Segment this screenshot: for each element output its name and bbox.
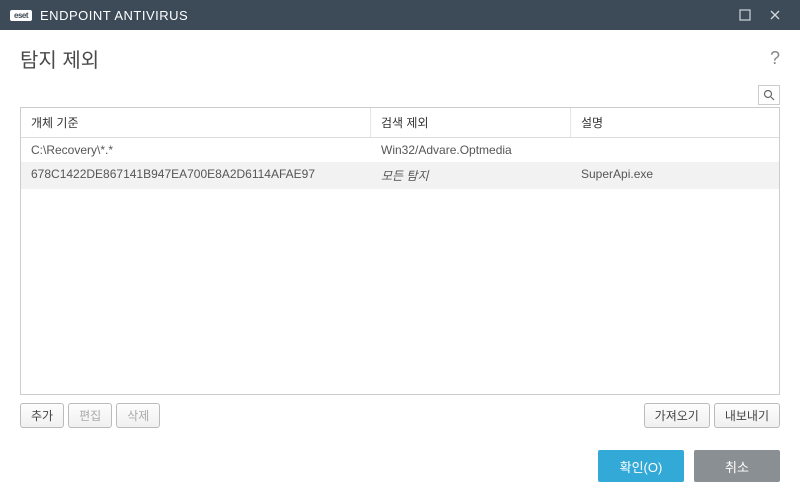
page-title: 탐지 제외 — [20, 44, 770, 73]
action-bar: 추가 편집 삭제 가져오기 내보내기 — [20, 395, 780, 436]
exclusions-table: 개체 기준 검색 제외 설명 C:\Recovery\*.* Win32/Adv… — [20, 107, 780, 395]
dialog-footer: 확인(O) 취소 — [0, 436, 800, 500]
edit-button[interactable]: 편집 — [68, 403, 112, 428]
product-name: ENDPOINT ANTIVIRUS — [40, 8, 188, 23]
help-button[interactable]: ? — [770, 48, 780, 69]
cell-object: 678C1422DE867141B947EA700E8A2D6114AFAE97 — [21, 162, 371, 189]
spacer — [164, 403, 639, 428]
table-row[interactable]: C:\Recovery\*.* Win32/Advare.Optmedia — [21, 138, 779, 162]
titlebar-logo: eset ENDPOINT ANTIVIRUS — [10, 8, 730, 23]
brand-badge: eset — [10, 10, 32, 21]
close-icon — [769, 9, 781, 21]
cancel-button[interactable]: 취소 — [694, 450, 780, 482]
table-header: 개체 기준 검색 제외 설명 — [21, 108, 779, 138]
cell-detection: 모든 탐지 — [371, 162, 571, 189]
brand-text: eset — [14, 11, 28, 20]
column-header-detection[interactable]: 검색 제외 — [371, 108, 571, 137]
column-header-description[interactable]: 설명 — [571, 108, 779, 137]
add-button[interactable]: 추가 — [20, 403, 64, 428]
column-header-object[interactable]: 개체 기준 — [21, 108, 371, 137]
minimize-icon — [739, 9, 751, 21]
cell-detection: Win32/Advare.Optmedia — [371, 138, 571, 162]
delete-button[interactable]: 삭제 — [116, 403, 160, 428]
search-button[interactable] — [758, 85, 780, 105]
window-close-button[interactable] — [760, 0, 790, 30]
cell-description: SuperApi.exe — [571, 162, 779, 189]
cell-description — [571, 138, 779, 162]
search-row — [20, 85, 780, 105]
content-area: 개체 기준 검색 제외 설명 C:\Recovery\*.* Win32/Adv… — [0, 85, 800, 436]
table-body: C:\Recovery\*.* Win32/Advare.Optmedia 67… — [21, 138, 779, 394]
table-row[interactable]: 678C1422DE867141B947EA700E8A2D6114AFAE97… — [21, 162, 779, 189]
titlebar: eset ENDPOINT ANTIVIRUS — [0, 0, 800, 30]
export-button[interactable]: 내보내기 — [714, 403, 780, 428]
import-button[interactable]: 가져오기 — [644, 403, 710, 428]
search-icon — [763, 89, 775, 101]
cell-object: C:\Recovery\*.* — [21, 138, 371, 162]
ok-button[interactable]: 확인(O) — [598, 450, 684, 482]
window-minimize-button[interactable] — [730, 0, 760, 30]
page-header: 탐지 제외 ? — [0, 30, 800, 85]
